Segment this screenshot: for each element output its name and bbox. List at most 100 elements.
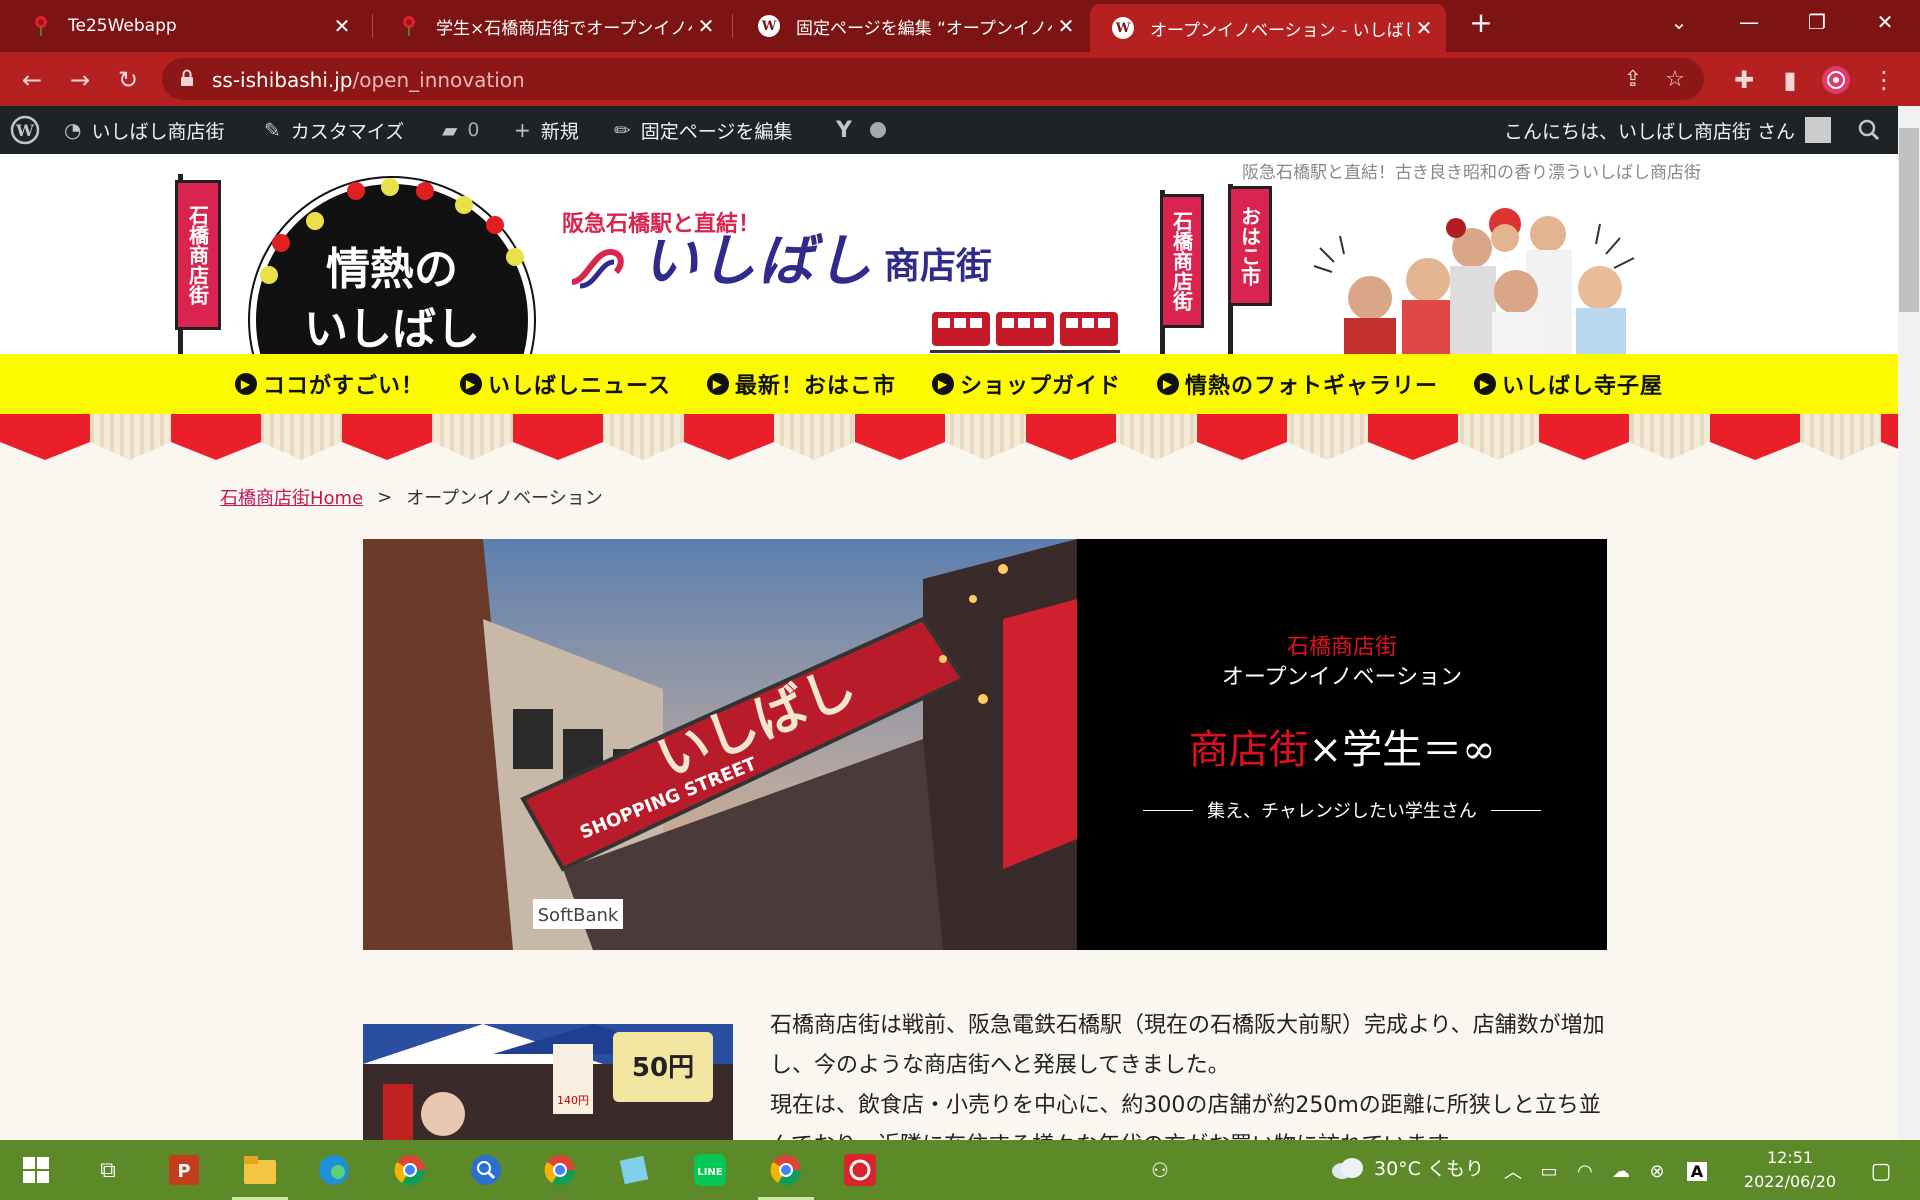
side-panel-icon[interactable]: ▮	[1774, 64, 1806, 96]
light-bulb	[347, 182, 365, 200]
powerpoint-icon[interactable]: P	[164, 1150, 204, 1190]
logo-text: 情熱の いしばし	[256, 240, 528, 360]
scrollbar-thumb[interactable]	[1899, 128, 1919, 312]
admin-comments[interactable]: ▰ 0	[442, 106, 479, 154]
restore-icon[interactable]: ❐	[1782, 0, 1852, 44]
browser-tab-strip: Te25Webapp ✕ 学生×石橋商店街でオープンイノベーシ ✕ W 固定ペー…	[0, 0, 1920, 52]
logo-line2: いしばし	[304, 304, 480, 355]
nav-label: いしばし寺子屋	[1501, 374, 1663, 399]
profile-avatar-icon[interactable]	[1820, 64, 1852, 96]
admin-search-icon[interactable]	[1858, 106, 1880, 154]
reload-icon[interactable]: ↻	[112, 64, 144, 96]
site-header: 石橋商店街 情熱の いしばし 阪急石橋駅と直結！ いしばし 商店街 石橋商店街 …	[0, 154, 1898, 462]
chrome-active-icon[interactable]	[758, 1150, 814, 1200]
brand-sub: 商店街	[884, 246, 993, 287]
battery-icon[interactable]: ▭	[1536, 1158, 1562, 1184]
breadcrumb-separator: >	[377, 486, 393, 508]
share-icon[interactable]: ⇪	[1620, 66, 1646, 92]
banner-right-2: おはこ市	[1228, 186, 1272, 306]
chrome-profile-icon[interactable]	[540, 1150, 580, 1190]
banner-right-1: 石橋商店街	[1160, 194, 1204, 328]
site-tagline: 阪急石橋駅と直結！古き良き昭和の香り漂ういしばし商店街	[1242, 163, 1701, 183]
breadcrumb-home-link[interactable]: 石橋商店街Home	[220, 484, 363, 510]
task-view-icon[interactable]: ⧉	[88, 1150, 128, 1190]
people-icon[interactable]: ⚇	[1140, 1150, 1180, 1190]
admin-edit-page[interactable]: ✏ 固定ページを編集	[614, 106, 792, 154]
close-tab-icon[interactable]: ✕	[1410, 16, 1438, 40]
svg-text:W: W	[15, 121, 35, 140]
clock-date: 2022/06/20	[1743, 1172, 1837, 1191]
wordpress-logo-icon[interactable]: W	[10, 106, 40, 154]
comment-count: 0	[467, 119, 480, 141]
chevron-up-icon[interactable]: ︿	[1500, 1158, 1526, 1184]
system-clock[interactable]: 12:51 2022/06/20	[1730, 1146, 1850, 1194]
tab-divider	[372, 14, 373, 38]
close-tab-icon[interactable]: ✕	[1052, 14, 1080, 38]
banner-left: 石橋商店街	[175, 180, 221, 330]
admin-account[interactable]: こんにちは、いしばし商店街 さん	[1504, 106, 1832, 154]
admin-site-name[interactable]: ◔ いしばし商店街	[64, 106, 224, 154]
forward-icon[interactable]: →	[64, 64, 96, 96]
hero-headline: 商店街×学生＝∞	[1077, 717, 1607, 775]
nav-item-news[interactable]: ▶ いしばしニュース	[460, 368, 671, 400]
nav-item-highlights[interactable]: ▶ ココがすごい！	[235, 368, 424, 400]
chevron-right-icon: ▶	[235, 373, 257, 395]
merchants-photo	[1313, 208, 1635, 354]
minimize-icon[interactable]: —	[1714, 0, 1784, 44]
nav-item-terakoya[interactable]: ▶ いしばし寺子屋	[1473, 368, 1663, 400]
nav-label: 最新！おはこ市	[734, 374, 896, 399]
admin-new[interactable]: + 新規	[514, 106, 579, 154]
close-window-icon[interactable]: ✕	[1850, 0, 1920, 44]
notepad-icon[interactable]	[614, 1150, 654, 1190]
file-explorer-icon[interactable]	[232, 1150, 288, 1200]
body-paragraph-2: 現在は、飲食店・小売りを中心に、約300の店舗が約250mの距離に所狭しと立ち並…	[770, 1093, 1601, 1140]
line-app-icon[interactable]: LINE	[690, 1150, 730, 1190]
tab-te25webapp[interactable]: Te25Webapp ✕	[8, 0, 364, 52]
hero-tagline-text: 集え、チャレンジしたい学生さん	[1207, 801, 1477, 822]
rose-icon	[30, 15, 52, 37]
ime-mode-icon[interactable]: A	[1684, 1158, 1710, 1184]
brand-logo[interactable]: いしばし 商店街	[566, 232, 992, 292]
admin-customize[interactable]: ✎ カスタマイズ	[264, 106, 404, 154]
hero-tagline: 集え、チャレンジしたい学生さん	[1077, 797, 1607, 823]
cloud-icon	[1332, 1157, 1363, 1179]
nav-item-shop-guide[interactable]: ▶ ショップガイド	[931, 368, 1121, 400]
admin-new-label: 新規	[540, 120, 579, 143]
chrome-icon[interactable]	[390, 1150, 430, 1190]
divider	[1143, 809, 1194, 811]
tab-student-innovation[interactable]: 学生×石橋商店街でオープンイノベーシ ✕	[376, 0, 728, 52]
weather-widget[interactable]: 30°C くもり	[1330, 1154, 1484, 1181]
divider	[1490, 809, 1541, 811]
blocked-icon[interactable]: ⊗	[1644, 1158, 1670, 1184]
tab-edit-page[interactable]: W 固定ページを編集 “オープンイノベーシ ✕	[736, 0, 1088, 52]
notification-icon[interactable]: ▢	[1868, 1158, 1894, 1184]
nav-item-photo-gallery[interactable]: ▶ 情熱のフォトギャラリー	[1156, 368, 1438, 400]
new-tab-button[interactable]: +	[1446, 0, 1516, 44]
tab-divider	[732, 14, 733, 38]
bookmark-star-icon[interactable]: ☆	[1662, 66, 1688, 92]
tab-search-icon[interactable]: ⌄	[1644, 0, 1714, 44]
windows-start-icon[interactable]	[16, 1150, 56, 1190]
address-bar[interactable]: ss-ishibashi.jp/open_innovation ⇪ ☆	[162, 58, 1704, 100]
edge-icon[interactable]	[314, 1150, 354, 1190]
yoast-seo-icon[interactable]: Y	[836, 106, 886, 154]
search-tool-icon[interactable]	[466, 1150, 506, 1190]
close-tab-icon[interactable]: ✕	[692, 14, 720, 38]
breadcrumb: 石橋商店街Home > オープンイノベーション	[220, 484, 603, 510]
screen: Te25Webapp ✕ 学生×石橋商店街でオープンイノベーシ ✕ W 固定ペー…	[0, 0, 1920, 1200]
back-icon[interactable]: ←	[16, 64, 48, 96]
wifi-icon[interactable]: ◠	[1572, 1158, 1598, 1184]
security-app-icon[interactable]	[840, 1150, 880, 1190]
admin-edit-page-label: 固定ページを編集	[640, 120, 793, 143]
onedrive-icon[interactable]: ☁	[1608, 1158, 1634, 1184]
lock-icon	[181, 69, 193, 86]
url-domain: ss-ishibashi.jp	[212, 68, 353, 92]
close-tab-icon[interactable]: ✕	[328, 14, 356, 38]
extensions-icon[interactable]: ✚	[1728, 64, 1760, 96]
nav-item-ohako-market[interactable]: ▶ 最新！おはこ市	[706, 368, 896, 400]
nav-label: ココがすごい！	[263, 374, 425, 399]
tab-open-innovation[interactable]: W オープンイノベーション - いしばし商店街 ✕	[1090, 4, 1446, 52]
browser-menu-icon[interactable]: ⋮	[1868, 64, 1900, 96]
wordpress-icon: W	[758, 15, 780, 37]
nav-label: いしばしニュース	[488, 374, 671, 399]
